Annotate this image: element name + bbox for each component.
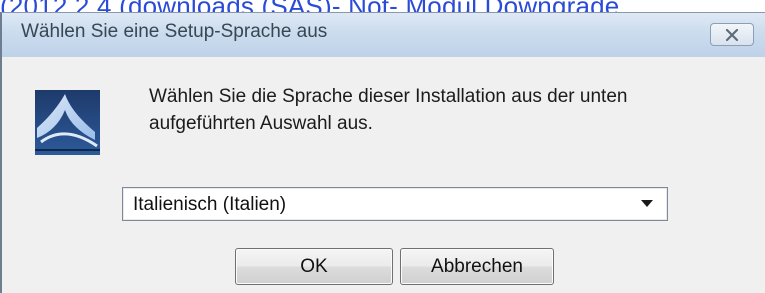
ok-button[interactable]: OK bbox=[235, 248, 393, 285]
setup-installer-icon bbox=[35, 90, 100, 155]
setup-language-dialog: Wählen Sie eine Setup-Sprache aus Wählen… bbox=[0, 12, 765, 293]
chevron-down-icon bbox=[641, 200, 653, 207]
language-select[interactable]: Italienisch (Italien) bbox=[122, 187, 668, 221]
dialog-titlebar: Wählen Sie eine Setup-Sprache aus bbox=[2, 13, 765, 58]
dialog-title: Wählen Sie eine Setup-Sprache aus bbox=[21, 21, 328, 42]
dialog-message: Wählen Sie die Sprache dieser Installati… bbox=[149, 86, 628, 134]
close-button[interactable] bbox=[710, 23, 754, 46]
dialog-content: Wählen Sie die Sprache dieser Installati… bbox=[2, 57, 765, 293]
language-select-value: Italienisch (Italien) bbox=[133, 194, 287, 215]
close-icon bbox=[725, 28, 739, 41]
cancel-button[interactable]: Abbrechen bbox=[400, 248, 554, 285]
screenshot-page: (2012.2.4 (downloads (SAS)- Not- Modul D… bbox=[0, 0, 765, 293]
